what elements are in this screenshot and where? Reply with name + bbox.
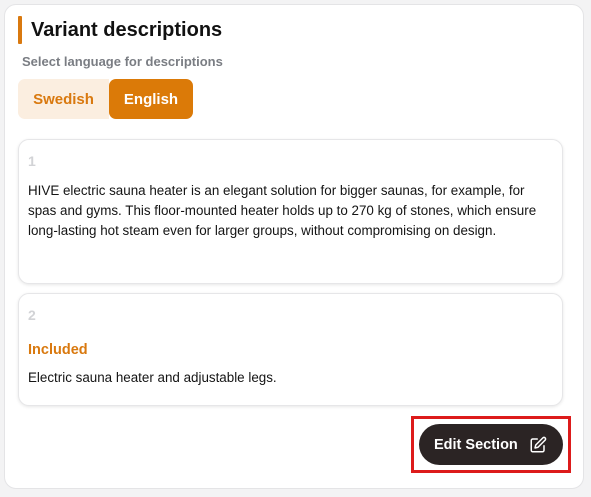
- language-option-english[interactable]: English: [109, 79, 193, 119]
- language-select-label: Select language for descriptions: [22, 54, 223, 69]
- language-option-swedish[interactable]: Swedish: [18, 79, 109, 119]
- description-card: 2 Included Electric sauna heater and adj…: [18, 293, 563, 406]
- language-toggle: Swedish English: [18, 79, 193, 119]
- edit-section-button[interactable]: Edit Section: [419, 424, 563, 465]
- description-number: 1: [28, 153, 36, 169]
- edit-section-label: Edit Section: [434, 436, 518, 453]
- pencil-square-icon: [529, 436, 547, 454]
- description-text: HIVE electric sauna heater is an elegant…: [28, 183, 537, 239]
- description-heading: Included: [28, 342, 88, 358]
- description-card: 1 HIVE electric sauna heater is an elega…: [18, 139, 563, 284]
- section-header: Variant descriptions: [18, 16, 222, 44]
- description-number: 2: [28, 307, 36, 323]
- description-text: Electric sauna heater and adjustable leg…: [28, 370, 277, 385]
- section-title: Variant descriptions: [31, 18, 223, 41]
- title-accent-bar: [18, 16, 22, 44]
